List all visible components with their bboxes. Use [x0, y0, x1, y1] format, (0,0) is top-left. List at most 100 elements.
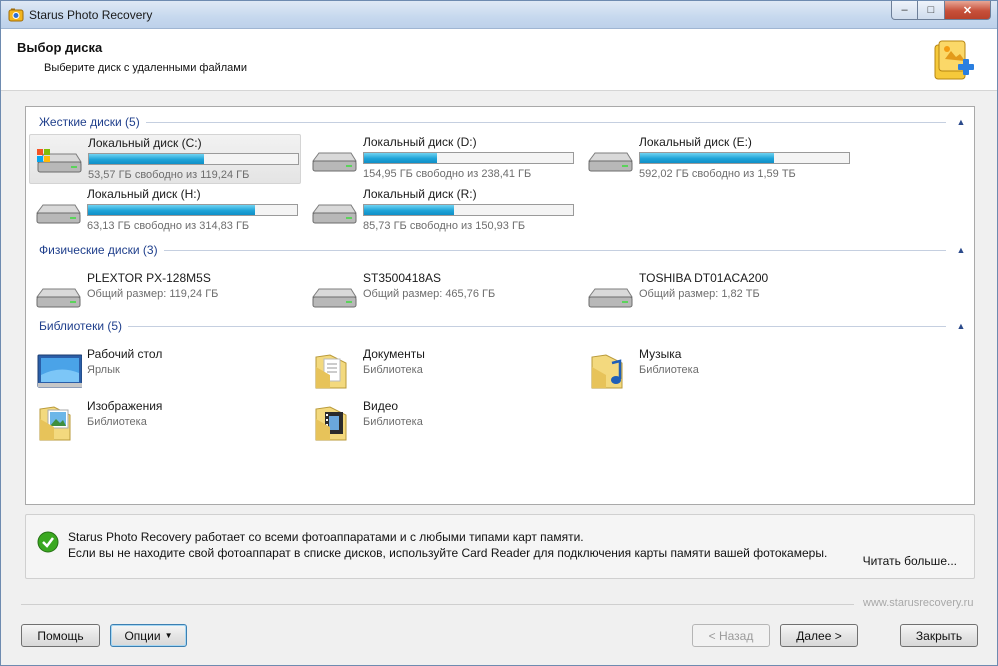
drive-usage-bar [87, 204, 298, 216]
physical-disk-st3500418as[interactable]: ST3500418AS Общий размер: 465,76 ГБ [305, 270, 577, 320]
drive-space-info: 85,73 ГБ свободно из 150,93 ГБ [363, 220, 526, 232]
drive-usage-fill [640, 153, 774, 163]
hard-drive-icon [36, 288, 81, 308]
group-divider [163, 249, 946, 251]
next-button[interactable]: Далее > [780, 624, 858, 647]
drive-usage-bar [363, 152, 574, 164]
drive-space-info: 592,02 ГБ свободно из 1,59 ТБ [639, 168, 796, 180]
drive-space-info: 154,95 ГБ свободно из 238,41 ГБ [363, 168, 532, 180]
collapse-libraries-icon[interactable]: ▲ [955, 320, 967, 332]
drive-name: Локальный диск (D:) [363, 135, 477, 149]
title-bar[interactable]: Starus Photo Recovery – □ ✕ [1, 1, 997, 29]
wizard-header: Выбор диска Выберите диск с удаленными ф… [1, 29, 997, 91]
close-button[interactable]: Закрыть [900, 624, 978, 647]
tip-text-line2: Если вы не находите свой фотоаппарат в с… [68, 546, 828, 560]
drive-usage-fill [364, 153, 438, 163]
desktop-icon [37, 354, 82, 388]
drive-usage-fill [89, 154, 204, 164]
options-label: Опции [124, 628, 161, 643]
library-desktop[interactable]: Рабочий стол Ярлык [29, 346, 301, 396]
drive-name: Локальный диск (H:) [87, 187, 201, 201]
drive-item-r[interactable]: Локальный диск (R:) 85,73 ГБ свободно из… [305, 186, 577, 236]
tip-text-line1: Starus Photo Recovery работает со всеми … [68, 530, 584, 544]
group-header-libraries: Библиотеки (5) [39, 319, 946, 333]
hard-drive-icon [312, 152, 357, 172]
drive-name: Локальный диск (R:) [363, 187, 477, 201]
disk-name: ST3500418AS [363, 271, 442, 285]
hard-drive-icon [36, 204, 81, 224]
drive-usage-bar [639, 152, 850, 164]
collapse-hard-disks-icon[interactable]: ▲ [955, 116, 967, 128]
close-window-button[interactable]: ✕ [945, 1, 991, 20]
app-icon [8, 8, 24, 22]
group-label: Жесткие диски (5) [39, 115, 140, 129]
music-folder-icon [591, 354, 623, 389]
video-folder-icon [315, 406, 347, 441]
library-video[interactable]: Видео Библиотека [305, 398, 577, 448]
library-type: Ярлык [87, 364, 120, 376]
library-pictures[interactable]: Изображения Библиотека [29, 398, 301, 448]
hard-drive-icon [588, 152, 633, 172]
drive-usage-bar [363, 204, 574, 216]
app-window: Starus Photo Recovery – □ ✕ Выбор диска … [0, 0, 998, 666]
drive-name: Локальный диск (C:) [88, 136, 202, 150]
drive-name: Локальный диск (E:) [639, 135, 752, 149]
website-label: www.starusrecovery.ru [863, 597, 974, 609]
dropdown-arrow-icon: ▼ [164, 631, 173, 640]
disk-size-info: Общий размер: 465,76 ГБ [363, 288, 496, 300]
library-name: Рабочий стол [87, 347, 163, 361]
library-music[interactable]: Музыка Библиотека [581, 346, 853, 396]
maximize-button[interactable]: □ [918, 1, 945, 20]
page-title: Выбор диска [17, 40, 103, 55]
library-type: Библиотека [363, 416, 423, 428]
library-name: Видео [363, 399, 399, 413]
documents-folder-icon [315, 354, 347, 389]
disk-size-info: Общий размер: 1,82 ТБ [639, 288, 760, 300]
physical-disk-toshiba[interactable]: TOSHIBA DT01ACA200 Общий размер: 1,82 ТБ [581, 270, 853, 320]
drive-space-info: 53,57 ГБ свободно из 119,24 ГБ [88, 169, 250, 181]
read-more-link[interactable]: Читать больше... [863, 554, 957, 568]
drive-item-d[interactable]: Локальный диск (D:) 154,95 ГБ свободно и… [305, 134, 577, 184]
info-tip: Starus Photo Recovery работает со всеми … [25, 514, 975, 579]
disk-size-info: Общий размер: 119,24 ГБ [87, 288, 219, 300]
hard-drive-icon [312, 288, 357, 308]
disk-name: PLEXTOR PX-128M5S [87, 271, 211, 285]
group-label: Библиотеки (5) [39, 319, 123, 333]
collapse-physical-disks-icon[interactable]: ▲ [955, 244, 967, 256]
window-title: Starus Photo Recovery [29, 8, 153, 22]
group-divider [128, 325, 946, 327]
library-name: Изображения [87, 399, 163, 413]
product-logo-icon [934, 40, 974, 80]
hard-drive-icon [312, 204, 357, 224]
drive-space-info: 63,13 ГБ свободно из 314,83 ГБ [87, 220, 250, 232]
footer-divider [21, 604, 854, 605]
drive-item-e[interactable]: Локальный диск (E:) 592,02 ГБ свободно и… [581, 134, 853, 184]
library-documents[interactable]: Документы Библиотека [305, 346, 577, 396]
drive-item-c[interactable]: Локальный диск (C:) 53,57 ГБ свободно из… [29, 134, 301, 184]
group-label: Физические диски (3) [39, 243, 158, 257]
library-type: Библиотека [87, 416, 147, 428]
options-button[interactable]: Опции ▼ [110, 624, 187, 647]
library-type: Библиотека [639, 364, 699, 376]
library-name: Музыка [639, 347, 682, 361]
group-divider [145, 121, 946, 123]
physical-disk-plextor[interactable]: PLEXTOR PX-128M5S Общий размер: 119,24 Г… [29, 270, 301, 320]
drive-usage-fill [364, 205, 454, 215]
system-drive-icon [37, 149, 82, 173]
window-controls: – □ ✕ [891, 1, 991, 20]
pictures-folder-icon [39, 406, 71, 441]
drive-usage-fill [88, 205, 256, 215]
minimize-button[interactable]: – [891, 1, 918, 20]
back-button[interactable]: < Назад [692, 624, 770, 647]
library-name: Документы [363, 347, 425, 361]
group-header-physical-disks: Физические диски (3) [39, 243, 946, 257]
disk-name: TOSHIBA DT01ACA200 [639, 271, 769, 285]
drive-list-panel[interactable]: Жесткие диски (5) ▲ Локальный диск (C:) … [25, 106, 975, 505]
hard-drive-icon [588, 288, 633, 308]
check-icon [37, 531, 59, 553]
page-subtitle: Выберите диск с удаленными файлами [44, 62, 247, 74]
drive-item-h[interactable]: Локальный диск (H:) 63,13 ГБ свободно из… [29, 186, 301, 236]
help-button[interactable]: Помощь [21, 624, 100, 647]
drive-usage-bar [88, 153, 299, 165]
group-header-hard-disks: Жесткие диски (5) [39, 115, 946, 129]
